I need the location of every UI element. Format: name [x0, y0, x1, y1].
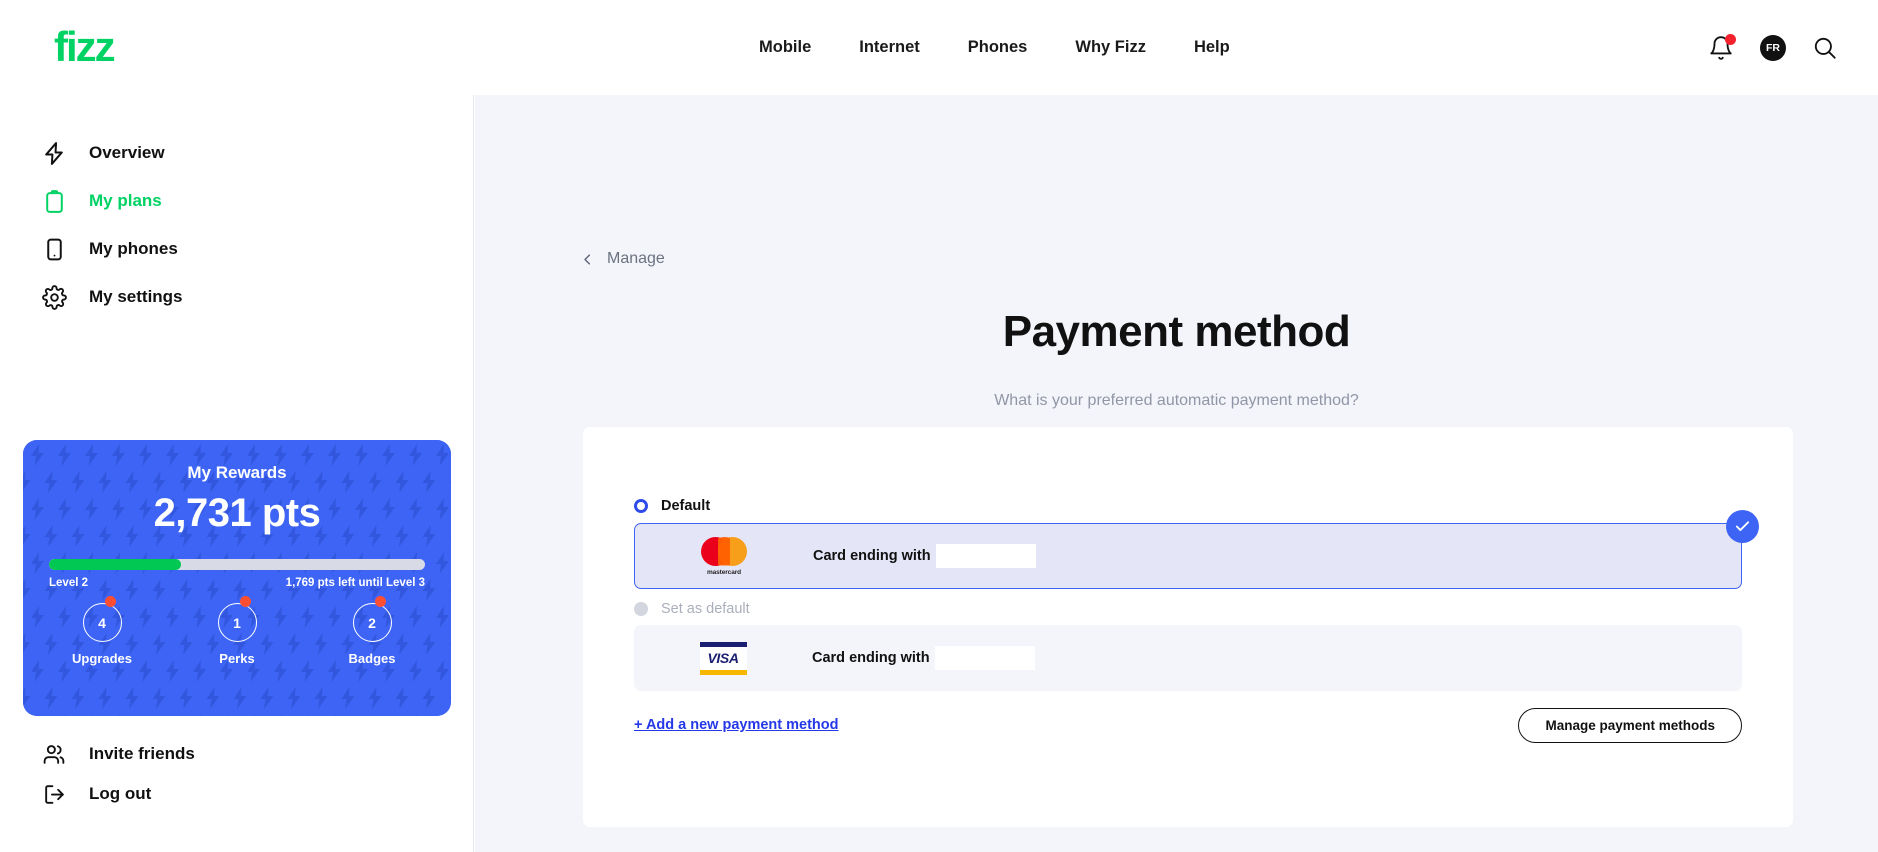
rewards-points: 2,731 pts [153, 491, 321, 535]
radio-label-set-as-default: Set as default [661, 601, 750, 617]
radio-selected-icon [634, 499, 648, 513]
left-sidebar: Overview My plans My phones My settings … [0, 95, 474, 852]
payment-methods-panel: Default mastercard Card ending with Set … [583, 427, 1793, 827]
nav-link-phones[interactable]: Phones [944, 38, 1052, 57]
rewards-stat-label: Perks [219, 651, 255, 666]
notification-dot [1725, 33, 1736, 45]
search-button[interactable] [1812, 35, 1838, 61]
fizz-logo[interactable]: fizz [54, 26, 116, 68]
visa-bottom-bar [699, 669, 747, 675]
radio-label-default: Default [661, 498, 711, 514]
card-ending-label: Card ending with [813, 548, 931, 564]
rewards-stat-value: 1 [217, 603, 257, 642]
radio-default-mastercard[interactable]: Default [634, 498, 710, 514]
gear-icon [42, 284, 67, 310]
users-icon [43, 744, 65, 764]
visa-card-text: Card ending with [812, 646, 1035, 670]
sidebar-label-my-settings: My settings [89, 287, 183, 306]
add-new-payment-method-link[interactable]: + Add a new payment method [634, 717, 839, 733]
rewards-progress-bar [49, 559, 425, 570]
sidebar-item-overview[interactable]: Overview [42, 136, 165, 170]
sidebar-label-overview: Overview [89, 143, 165, 162]
main-nav-links: Mobile Internet Phones Why Fizz Help [735, 0, 1254, 95]
sidebar-item-log-out[interactable]: Log out [42, 777, 151, 811]
mobile-phone-icon [47, 238, 62, 260]
check-icon [1735, 521, 1750, 531]
card-ending-label: Card ending with [812, 650, 930, 666]
rewards-stat-upgrades[interactable]: 4 Upgrades [59, 596, 145, 666]
rewards-title: My Rewards [187, 463, 287, 482]
rewards-stats: 4 Upgrades 1 Perks 2 Badges [49, 596, 425, 666]
rewards-stat-value: 2 [352, 603, 392, 642]
mastercard-card-text: Card ending with [813, 544, 1036, 568]
nav-link-why-fizz[interactable]: Why Fizz [1051, 38, 1170, 57]
top-bar-actions: FR [1708, 0, 1838, 95]
sidebar-label-my-plans: My plans [89, 191, 162, 210]
payment-method-row-visa[interactable]: VISA Card ending with [634, 625, 1742, 691]
radio-unselected-icon [634, 602, 648, 616]
rewards-stat-badges[interactable]: 2 Badges [329, 596, 415, 666]
visa-icon: VISA [699, 641, 747, 675]
notifications-button[interactable] [1708, 33, 1736, 61]
sidebar-label-my-phones: My phones [89, 239, 178, 258]
rewards-next-level-label: 1,769 pts left until Level 3 [285, 577, 425, 589]
nav-link-internet[interactable]: Internet [835, 38, 944, 57]
visa-logo-slot: VISA [634, 641, 812, 675]
clipboard-icon [46, 189, 63, 213]
main-content-area: Manage Payment method What is your prefe… [475, 95, 1878, 852]
sidebar-item-my-plans[interactable]: My plans [42, 184, 162, 218]
nav-link-mobile[interactable]: Mobile [735, 38, 835, 57]
rewards-progress-fill [49, 559, 181, 570]
radio-set-as-default-visa[interactable]: Set as default [634, 601, 750, 617]
mastercard-wordmark: mastercard [706, 568, 742, 576]
visa-top-bar [699, 641, 747, 647]
rewards-card[interactable]: My Rewards 2,731 pts Level 2 1,769 pts l… [23, 440, 451, 716]
breadcrumb-back-manage[interactable]: Manage [580, 250, 665, 268]
breadcrumb-label: Manage [607, 250, 665, 267]
search-icon [1814, 37, 1836, 59]
rewards-stat-dot [375, 596, 386, 607]
rewards-stat-label: Badges [348, 651, 396, 666]
rewards-stat-label: Upgrades [72, 651, 132, 666]
sidebar-label-log-out: Log out [89, 784, 152, 803]
nav-link-help[interactable]: Help [1170, 38, 1254, 57]
card-digits-redacted [934, 646, 1035, 670]
logout-arrow-icon [45, 784, 64, 804]
language-toggle[interactable]: FR [1760, 34, 1786, 61]
page-title: Payment method [1002, 307, 1351, 356]
rewards-stat-value: 4 [82, 603, 122, 642]
rewards-stat-dot [240, 596, 251, 607]
mastercard-icon: mastercard [701, 536, 747, 576]
rewards-stat-dot [105, 596, 116, 607]
rewards-level-label: Level 2 [49, 577, 88, 589]
card-digits-redacted [935, 544, 1036, 568]
mastercard-logo-slot: mastercard [635, 536, 813, 576]
page-subtitle: What is your preferred automatic payment… [994, 392, 1359, 409]
top-navigation-bar: fizz Mobile Internet Phones Why Fizz Hel… [0, 0, 1878, 95]
sidebar-item-invite-friends[interactable]: Invite friends [42, 737, 195, 771]
visa-wordmark: VISA [707, 650, 739, 666]
payment-method-row-mastercard[interactable]: mastercard Card ending with [634, 523, 1742, 589]
sidebar-item-my-phones[interactable]: My phones [42, 232, 178, 266]
manage-payment-methods-button[interactable]: Manage payment methods [1518, 708, 1742, 743]
selected-check-badge[interactable] [1726, 510, 1759, 543]
lightning-bolt-icon [45, 141, 63, 165]
sidebar-item-my-settings[interactable]: My settings [42, 280, 183, 314]
rewards-stat-perks[interactable]: 1 Perks [194, 596, 280, 666]
sidebar-label-invite-friends: Invite friends [89, 744, 195, 763]
chevron-left-icon [584, 253, 591, 265]
